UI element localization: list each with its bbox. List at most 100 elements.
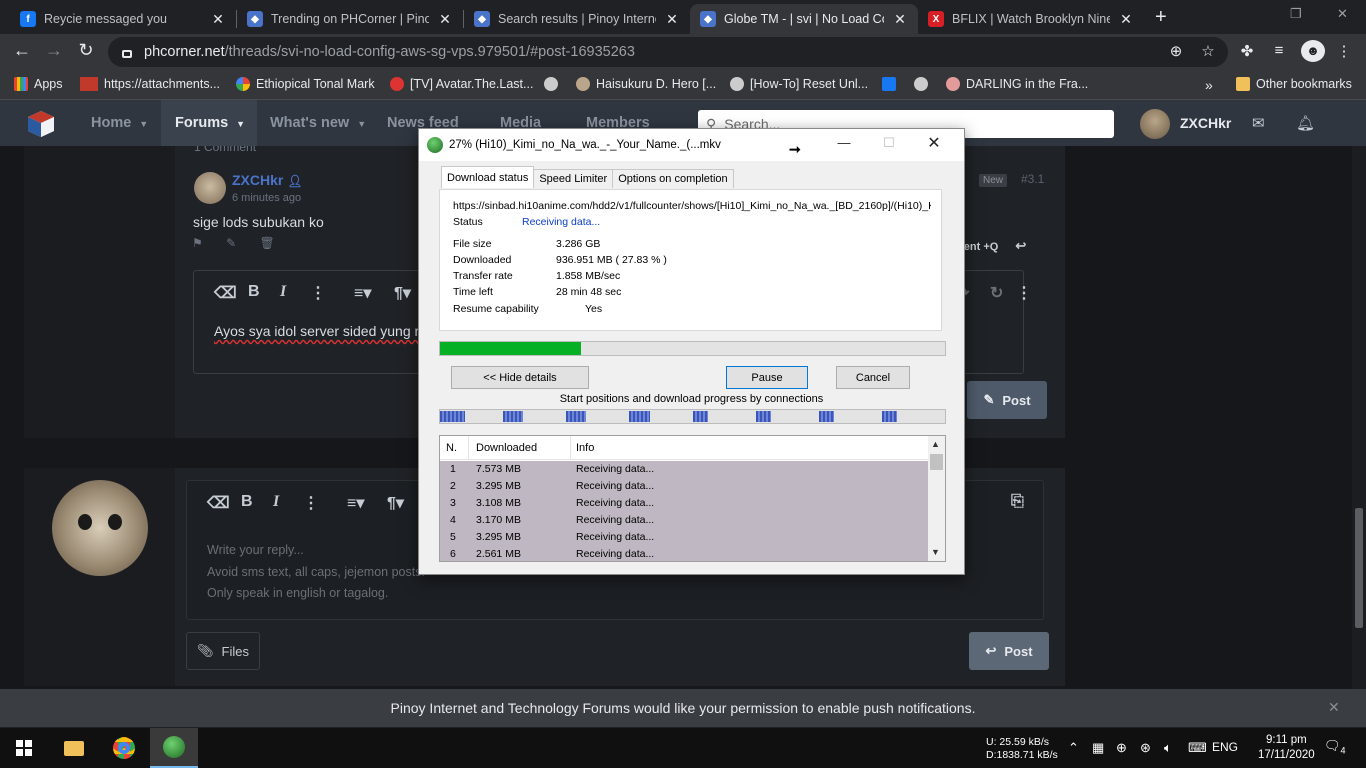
scrollbar-thumb[interactable]	[930, 454, 943, 470]
tab-bflix[interactable]: X BFLIX | Watch Brooklyn Nine-N ✕	[918, 4, 1144, 34]
extensions-icon[interactable]: ✤	[1237, 42, 1257, 60]
windows-start-icon[interactable]	[0, 728, 48, 768]
bookmark-avatar[interactable]: [TV] Avatar.The.Last...	[390, 77, 533, 91]
forward-icon[interactable]: →	[42, 40, 66, 61]
file-explorer-icon[interactable]	[50, 728, 98, 768]
tab-options-on-completion[interactable]: Options on completion	[612, 169, 734, 188]
bookmark-attachments[interactable]: https://attachments...	[80, 77, 220, 91]
italic-icon[interactable]: I	[280, 283, 286, 301]
notification-center-icon[interactable]: 🗨︎4	[1324, 738, 1346, 756]
editor-content[interactable]: Ayos sya idol server sided yung re	[214, 323, 427, 339]
battery-meter-icon[interactable]: ▦	[1092, 740, 1104, 756]
menu-kebab-icon[interactable]: ⋮	[1334, 42, 1354, 60]
tab-facebook[interactable]: f Reycie messaged you ✕	[10, 4, 236, 34]
table-row[interactable]: 4 3.170 MB Receiving data...	[440, 512, 928, 529]
keyboard-icon[interactable]: ⌨	[1188, 740, 1207, 756]
reply-username[interactable]: ZXCHkr 👤︎	[232, 172, 302, 188]
minimize-icon[interactable]: —	[829, 135, 859, 150]
more-options-icon[interactable]: ⋮	[1016, 283, 1032, 303]
scrollbar-thumb[interactable]	[1355, 508, 1363, 628]
media-control-icon[interactable]: ≡	[1269, 42, 1289, 59]
push-notification-banner[interactable]: Pinoy Internet and Technology Forums wou…	[0, 689, 1366, 727]
reload-icon[interactable]: ↻	[74, 40, 98, 61]
back-icon[interactable]: ←	[10, 40, 34, 61]
redo-icon[interactable]: ↻	[990, 283, 1003, 303]
align-icon[interactable]: ≡▾	[354, 283, 371, 303]
tab-search-results[interactable]: ◆ Search results | Pinoy Internet ✕	[464, 4, 690, 34]
bookmark-star-icon[interactable]: ☆	[1198, 42, 1218, 60]
profile-avatar-icon[interactable]: ☻	[1301, 40, 1325, 62]
eraser-icon[interactable]: ⌫	[207, 493, 230, 513]
bookmark-darling[interactable]: DARLING in the Fra...	[946, 77, 1088, 91]
chevron-down-icon[interactable]: ▼	[357, 119, 366, 129]
avatar[interactable]	[194, 172, 226, 204]
table-row[interactable]: 6 2.561 MB Receiving data...	[440, 546, 928, 561]
language-indicator[interactable]: ENG	[1212, 740, 1238, 754]
table-row[interactable]: 5 3.295 MB Receiving data...	[440, 529, 928, 546]
pause-button[interactable]: Pause	[726, 366, 808, 389]
hide-details-button[interactable]: << Hide details	[451, 366, 589, 389]
bookmarks-overflow-button[interactable]: »	[1205, 77, 1213, 93]
column-header-n[interactable]: N.	[446, 442, 457, 454]
table-row[interactable]: 2 3.295 MB Receiving data...	[440, 478, 928, 495]
reply-action-icons[interactable]: ⚑ ✎ 🗑︎	[192, 236, 285, 250]
close-icon[interactable]: ✕	[210, 11, 226, 28]
bookmark-reset[interactable]: [How-To] Reset Unl...	[730, 77, 868, 91]
close-icon[interactable]: ✕	[919, 133, 949, 153]
eraser-icon[interactable]: ⌫	[214, 283, 237, 303]
comment-count[interactable]: 1 Comment	[194, 146, 256, 154]
paragraph-icon[interactable]: ¶▾	[387, 493, 404, 513]
inbox-icon[interactable]: ✉	[1252, 114, 1265, 132]
bookmark-globe-2[interactable]	[914, 77, 934, 91]
nav-whats-new[interactable]: What's new ▼	[270, 115, 366, 131]
tab-globe-tm[interactable]: ◆ Globe TM - | svi | No Load Con ✕	[690, 4, 918, 34]
new-tab-button[interactable]: +	[1155, 6, 1167, 29]
idm-taskbar-icon[interactable]	[150, 728, 198, 768]
scroll-up-icon[interactable]: ▲	[931, 439, 940, 449]
chevron-down-icon[interactable]: ▼	[139, 119, 148, 129]
window-close-icon[interactable]: ✕	[1337, 6, 1348, 22]
reply-icon[interactable]: ↩	[1015, 238, 1026, 253]
page-scrollbar[interactable]	[1352, 146, 1366, 689]
account-username[interactable]: ZXCHkr	[1180, 115, 1231, 131]
close-icon[interactable]: ✕	[1328, 699, 1340, 716]
nav-forums[interactable]: Forums ▼	[175, 115, 245, 131]
italic-icon[interactable]: I	[273, 493, 279, 511]
volume-icon[interactable]: 🔈︎	[1164, 740, 1172, 756]
bold-icon[interactable]: B	[241, 493, 253, 511]
close-icon[interactable]: ✕	[1118, 11, 1134, 28]
column-header-info[interactable]: Info	[576, 442, 594, 454]
bold-icon[interactable]: B	[248, 283, 260, 301]
system-clock[interactable]: 9:11 pm 17/11/2020	[1258, 733, 1315, 763]
post-button[interactable]: ✎ Post	[967, 381, 1047, 419]
tab-speed-limiter[interactable]: Speed Limiter	[533, 169, 614, 188]
align-icon[interactable]: ≡▾	[347, 493, 364, 513]
post-number[interactable]: #3.1	[1021, 172, 1044, 186]
close-icon[interactable]: ✕	[892, 11, 908, 28]
avatar[interactable]	[1140, 109, 1170, 139]
table-scrollbar[interactable]: ▲ ▼	[928, 436, 945, 561]
bookmark-apps[interactable]: Apps	[14, 77, 63, 91]
bookmark-ethiopical[interactable]: Ethiopical Tonal Mark	[236, 77, 375, 91]
chrome-icon[interactable]	[100, 728, 148, 768]
window-restore-icon[interactable]: ❐	[1290, 6, 1302, 22]
address-bar[interactable]: phcorner.net/threads/svi-no-load-config-…	[108, 37, 1228, 67]
chevron-up-icon[interactable]: ⌃	[1068, 740, 1079, 756]
globe-network-icon[interactable]: ⊕	[1116, 740, 1127, 756]
phcorner-logo[interactable]	[26, 109, 56, 139]
paragraph-icon[interactable]: ¶▾	[394, 283, 411, 303]
close-icon[interactable]: ✕	[437, 11, 453, 28]
more-options-icon[interactable]: ⋮	[303, 493, 319, 513]
bookmark-facebook[interactable]	[882, 77, 902, 91]
other-bookmarks[interactable]: Other bookmarks	[1236, 77, 1352, 91]
maximize-icon[interactable]: ☐	[874, 135, 904, 151]
reply-timestamp[interactable]: 6 minutes ago	[232, 192, 301, 204]
table-row[interactable]: 3 3.108 MB Receiving data...	[440, 495, 928, 512]
nav-home[interactable]: Home ▼	[91, 115, 148, 131]
close-icon[interactable]: ✕	[664, 11, 680, 28]
more-options-icon[interactable]: ⋮	[310, 283, 326, 303]
avatar[interactable]	[52, 480, 148, 576]
tab-download-status[interactable]: Download status	[441, 166, 535, 188]
tab-trending[interactable]: ◆ Trending on PHCorner | Pinoy ✕	[237, 4, 463, 34]
add-to-home-icon[interactable]: ⊕	[1166, 42, 1186, 60]
